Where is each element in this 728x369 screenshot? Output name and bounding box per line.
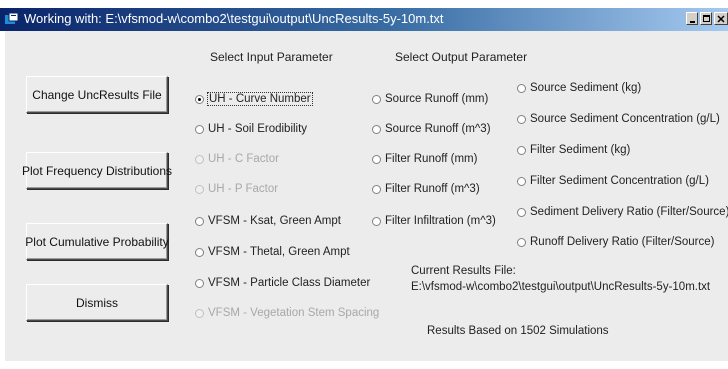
radio-vfsm-stem-spacing: VFSM - Vegetation Stem Spacing [195, 307, 379, 319]
radio-filter-sediment-concentration[interactable]: Filter Sediment Concentration (g/L) [517, 175, 709, 187]
radio-uh-c-factor: UH - C Factor [195, 153, 279, 165]
plot-cumulative-button[interactable]: Plot Cumulative Probability [25, 223, 169, 260]
radio-uh-p-factor: UH - P Factor [195, 183, 278, 195]
radio-label: UH - Soil Erodibility [208, 123, 308, 135]
radio-selected-icon [195, 94, 204, 104]
radio-icon [195, 278, 204, 288]
dismiss-label: Dismiss [76, 295, 118, 310]
radio-label: Source Sediment Concentration (g/L) [530, 113, 720, 125]
maximize-button[interactable] [700, 12, 712, 25]
plot-frequency-button[interactable]: Plot Frequency Distributions [22, 152, 172, 189]
radio-label: UH - P Factor [208, 183, 279, 195]
radio-source-runoff-mm[interactable]: Source Runoff (mm) [372, 93, 488, 105]
radio-icon [372, 94, 381, 104]
radio-icon [517, 237, 526, 247]
radio-uh-soil-erodibility[interactable]: UH - Soil Erodibility [195, 123, 307, 135]
radio-filter-runoff-mm[interactable]: Filter Runoff (mm) [372, 153, 477, 165]
radio-source-runoff-m3[interactable]: Source Runoff (m^3) [372, 123, 491, 135]
plot-frequency-label: Plot Frequency Distributions [21, 163, 173, 178]
radio-icon [372, 216, 381, 226]
radio-label: VFSM - Ksat, Green Ampt [208, 215, 341, 227]
change-results-file-button[interactable]: Change UncResults File [26, 76, 168, 113]
title-bar[interactable]: Working with: E:\vfsmod-w\combo2\testgui… [0, 8, 728, 31]
radio-source-sediment-concentration[interactable]: Source Sediment Concentration (g/L) [517, 113, 720, 125]
radio-label: VFSM - Thetal, Green Ampt [208, 246, 350, 258]
radio-label: VFSM - Particle Class Diameter [208, 277, 371, 289]
radio-runoff-delivery-ratio[interactable]: Runoff Delivery Ratio (Filter/Source) [517, 236, 715, 248]
radio-uh-curve-number[interactable]: UH - Curve Number [195, 92, 313, 106]
change-results-file-label: Change UncResults File [32, 87, 162, 102]
maximize-icon [703, 15, 710, 22]
radio-vfsm-thetal[interactable]: VFSM - Thetal, Green Ampt [195, 246, 350, 258]
radio-icon [195, 154, 204, 164]
app-window: Working with: E:\vfsmod-w\combo2\testgui… [0, 0, 728, 369]
close-icon [717, 15, 725, 23]
window-title: Working with: E:\vfsmod-w\combo2\testgui… [24, 11, 444, 26]
simulation-count-summary: Results Based on 1502 Simulations [427, 325, 609, 337]
dialog-client-area: Change UncResults File Plot Frequency Di… [5, 31, 728, 361]
radio-filter-infiltration[interactable]: Filter Infiltration (m^3) [372, 215, 496, 227]
radio-label: Source Runoff (m^3) [385, 123, 491, 135]
plot-cumulative-label: Plot Cumulative Probability [25, 234, 169, 249]
current-results-file-label: Current Results File: [411, 265, 516, 277]
radio-source-sediment[interactable]: Source Sediment (kg) [517, 82, 641, 94]
minimize-icon [690, 21, 695, 23]
radio-sediment-delivery-ratio[interactable]: Sediment Delivery Ratio (Filter/Source) [517, 206, 728, 218]
radio-label: Filter Runoff (m^3) [385, 183, 480, 195]
radio-label: Source Runoff (mm) [385, 93, 489, 105]
radio-vfsm-particle-diameter[interactable]: VFSM - Particle Class Diameter [195, 277, 370, 289]
dismiss-button[interactable]: Dismiss [26, 284, 168, 321]
radio-icon [195, 216, 204, 226]
radio-icon [195, 308, 204, 318]
radio-filter-runoff-m3[interactable]: Filter Runoff (m^3) [372, 183, 480, 195]
radio-label: UH - C Factor [208, 153, 279, 165]
radio-icon [517, 176, 526, 186]
radio-label: Sediment Delivery Ratio (Filter/Source) [530, 206, 728, 218]
radio-icon [195, 124, 204, 134]
radio-label: Runoff Delivery Ratio (Filter/Source) [530, 236, 715, 248]
radio-icon [517, 114, 526, 124]
minimize-button[interactable] [686, 12, 698, 25]
radio-label: Filter Infiltration (m^3) [385, 215, 496, 227]
radio-icon [517, 207, 526, 217]
radio-label: UH - Curve Number [207, 92, 313, 106]
radio-vfsm-ksat[interactable]: VFSM - Ksat, Green Ampt [195, 215, 341, 227]
radio-label: Filter Runoff (mm) [385, 153, 478, 165]
radio-label: Filter Sediment Concentration (g/L) [530, 175, 709, 187]
output-parameter-header: Select Output Parameter [395, 50, 528, 64]
radio-label: VFSM - Vegetation Stem Spacing [208, 307, 380, 319]
radio-label: Filter Sediment (kg) [530, 144, 631, 156]
radio-icon [372, 124, 381, 134]
radio-icon [372, 184, 381, 194]
radio-label: Source Sediment (kg) [530, 82, 642, 94]
radio-filter-sediment[interactable]: Filter Sediment (kg) [517, 144, 630, 156]
input-parameter-header: Select Input Parameter [210, 50, 333, 64]
radio-icon [195, 184, 204, 194]
app-icon [5, 13, 18, 24]
current-results-file-path: E:\vfsmod-w\combo2\testgui\output\UncRes… [411, 281, 711, 293]
radio-icon [517, 83, 526, 93]
radio-icon [517, 145, 526, 155]
close-button[interactable] [714, 12, 728, 25]
radio-icon [372, 154, 381, 164]
radio-icon [195, 247, 204, 257]
